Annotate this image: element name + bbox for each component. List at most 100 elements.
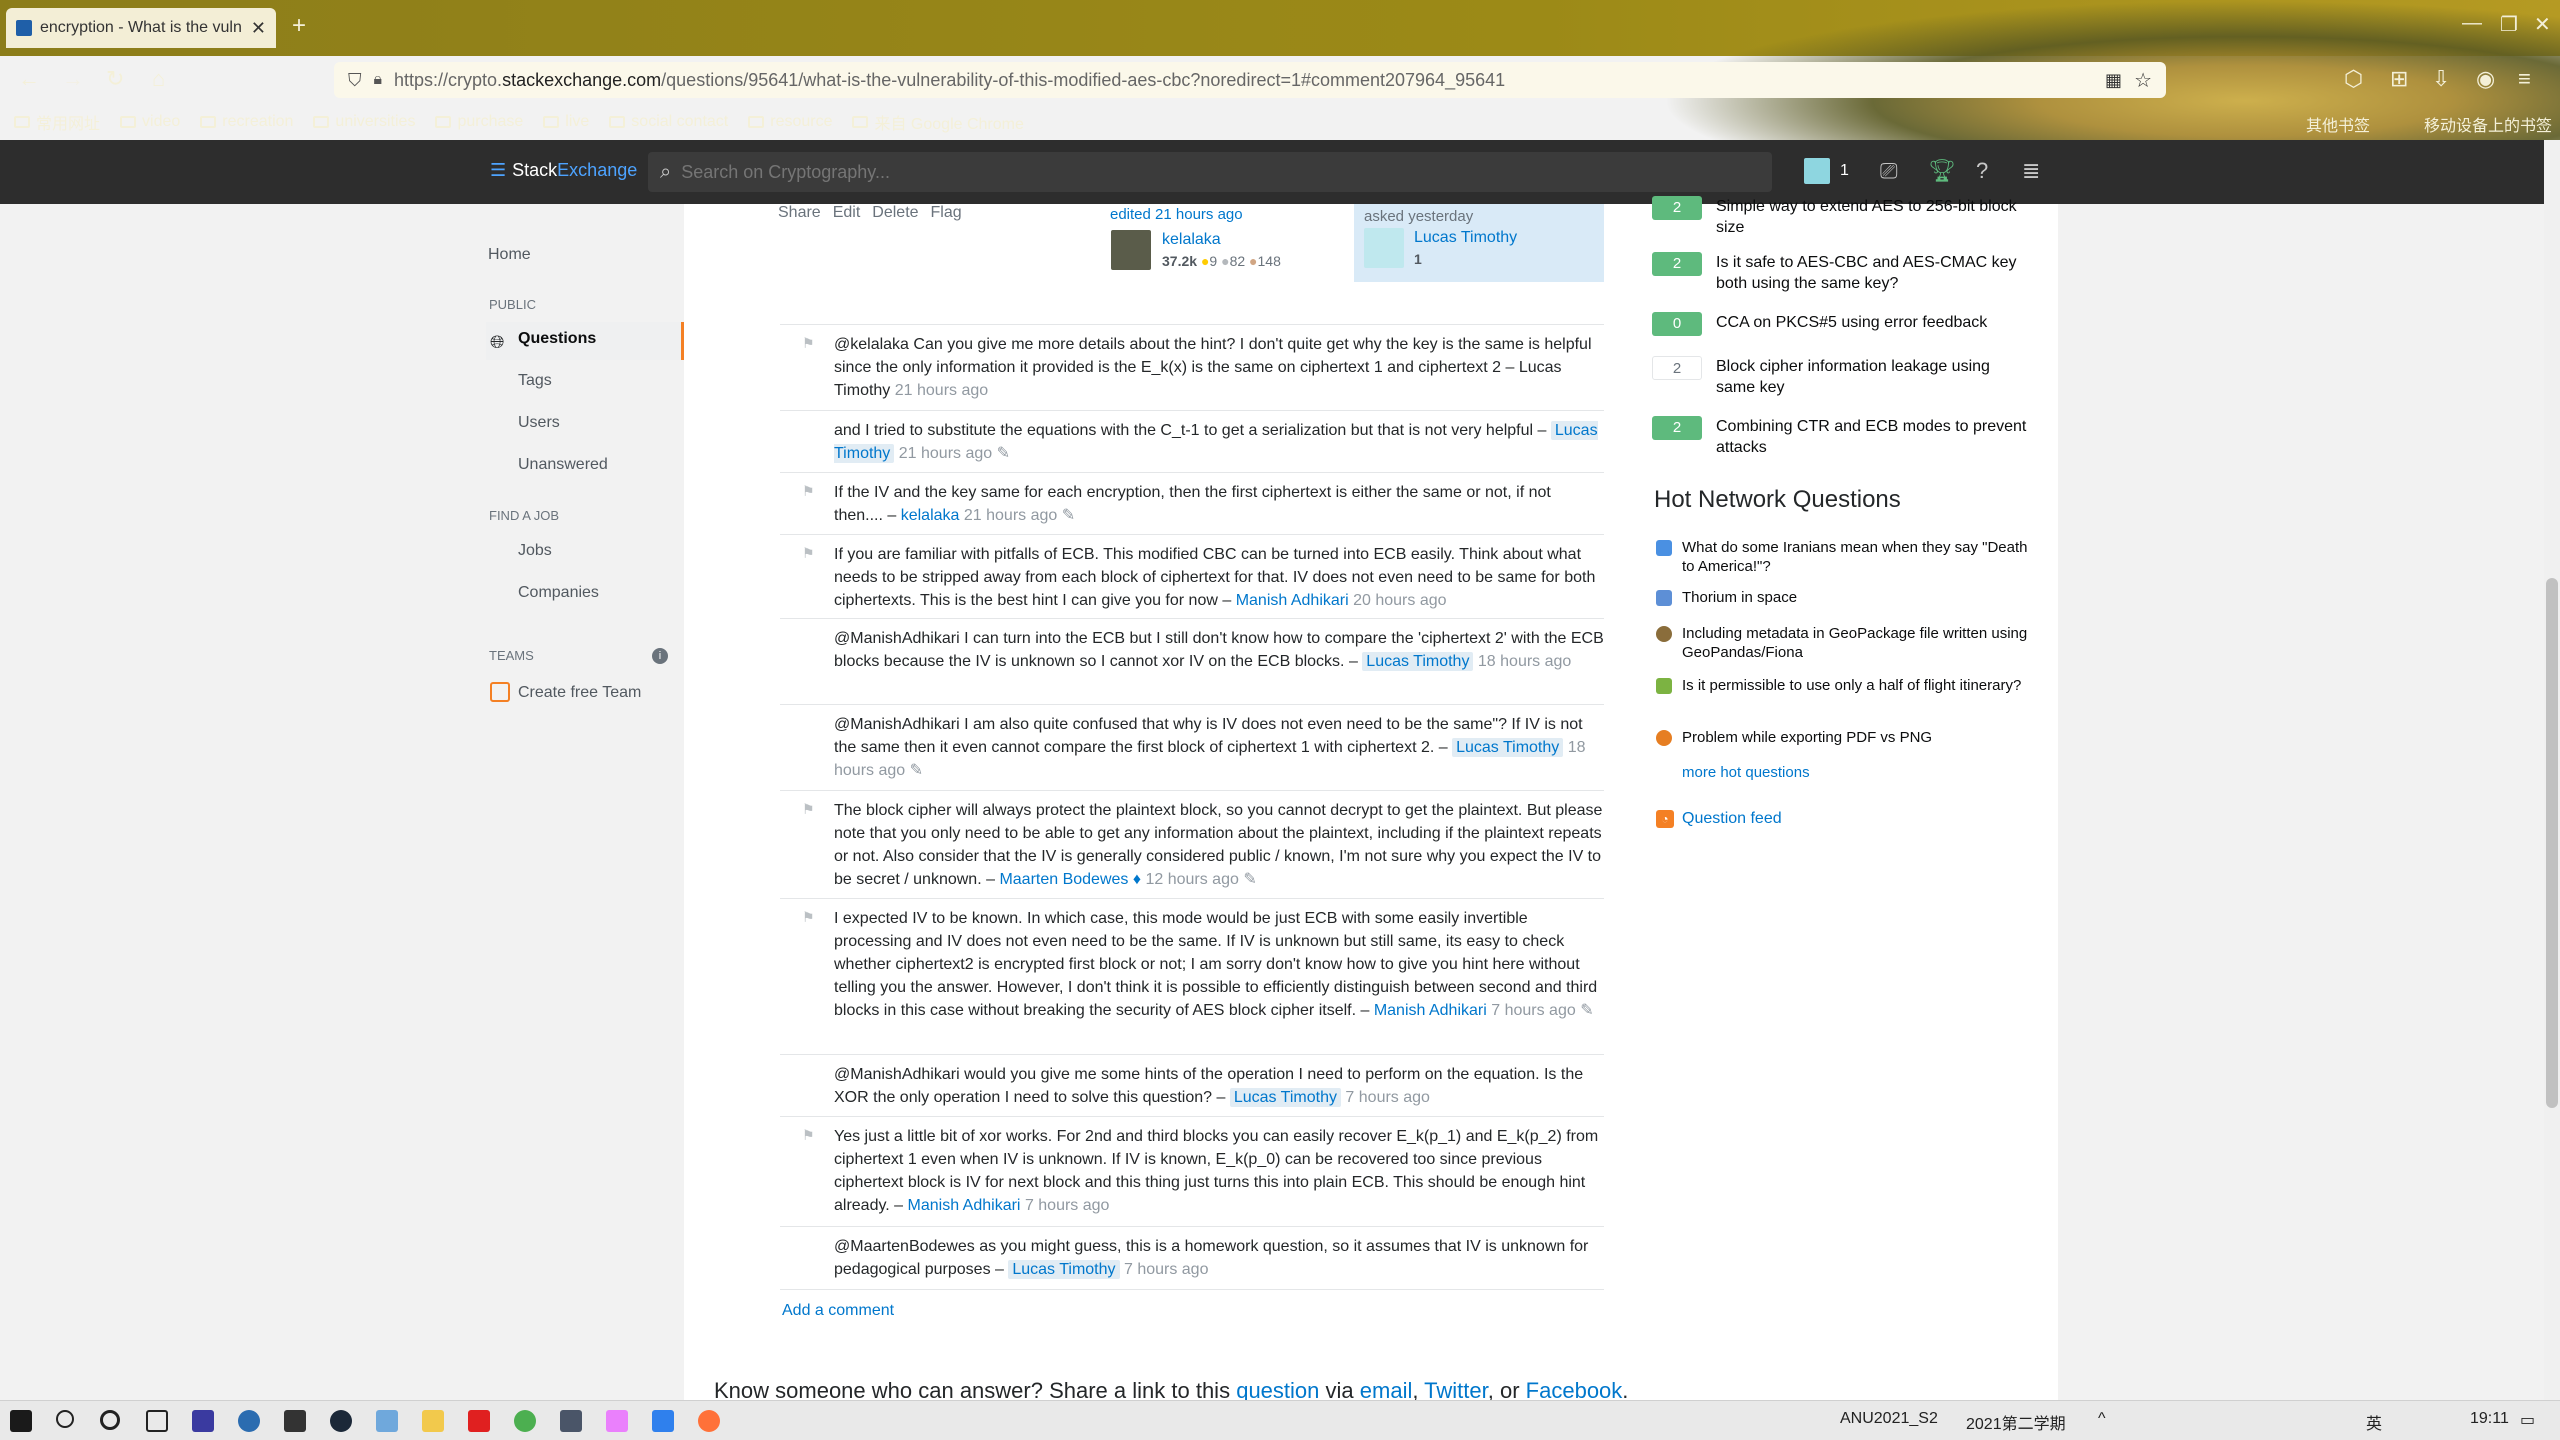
nav-jobs[interactable]: Jobs: [518, 542, 552, 560]
flag-icon[interactable]: ⚑: [802, 545, 815, 561]
restore-icon[interactable]: ❐: [2500, 12, 2518, 37]
qr-code-icon[interactable]: ▦: [2105, 70, 2122, 91]
site-switcher-icon[interactable]: ≣: [2022, 158, 2040, 184]
search-input[interactable]: [681, 161, 1682, 183]
bookmark-folder[interactable]: resource: [748, 113, 832, 131]
collections-icon[interactable]: ⊞: [2390, 66, 2408, 92]
comment-user[interactable]: Lucas Timothy: [1452, 738, 1564, 757]
ime-indicator[interactable]: 英: [2366, 1410, 2382, 1434]
comment-user[interactable]: Lucas Timothy: [1008, 1260, 1120, 1279]
stackexchange-logo[interactable]: ☰ Stack Exchange: [490, 160, 637, 181]
flag-link[interactable]: Flag: [931, 204, 962, 222]
hot-question-title[interactable]: Including metadata in GeoPackage file wr…: [1682, 624, 2036, 662]
nav-home[interactable]: Home: [488, 246, 531, 264]
hot-question-title[interactable]: Is it permissible to use only a half of …: [1682, 676, 2021, 695]
bookmark-folder[interactable]: 来自 Google Chrome: [852, 110, 1024, 134]
site-search[interactable]: ⌕: [648, 152, 1772, 192]
flag-icon[interactable]: ⚑: [802, 483, 815, 499]
steam-icon[interactable]: [330, 1410, 352, 1432]
nav-users[interactable]: Users: [518, 414, 560, 432]
terminal-icon[interactable]: [284, 1410, 306, 1432]
bookmark-folder[interactable]: 常用网址: [14, 110, 100, 134]
hot-question-title[interactable]: What do some Iranians mean when they say…: [1682, 538, 2036, 576]
comment-user[interactable]: Manish Adhikari: [908, 1197, 1021, 1214]
scrollbar-thumb[interactable]: [2546, 578, 2558, 1108]
nav-questions[interactable]: Questions: [518, 330, 596, 348]
chrome-icon[interactable]: [514, 1410, 536, 1432]
bookmark-folder[interactable]: recreation: [200, 113, 293, 131]
start-icon[interactable]: [10, 1410, 32, 1432]
more-hot-questions-link[interactable]: more hot questions: [1682, 764, 1810, 781]
photos-icon[interactable]: [376, 1410, 398, 1432]
help-icon[interactable]: ?: [1976, 158, 1988, 184]
home-icon[interactable]: ⌂: [152, 66, 165, 92]
flag-icon[interactable]: ⚑: [802, 909, 815, 925]
hot-question[interactable]: Is it permissible to use only a half of …: [1656, 676, 2036, 695]
hot-question-title[interactable]: Problem while exporting PDF vs PNG: [1682, 728, 1932, 747]
related-title[interactable]: Simple way to extend AES to 256-bit bloc…: [1716, 196, 2032, 238]
related-title[interactable]: Is it safe to AES-CBC and AES-CMAC key b…: [1716, 252, 2032, 294]
comment-user[interactable]: kelalaka: [901, 507, 960, 524]
related-question[interactable]: 2 Is it safe to AES-CBC and AES-CMAC key…: [1652, 252, 2032, 294]
firefox-icon[interactable]: [698, 1410, 720, 1432]
close-tab-icon[interactable]: ✕: [251, 18, 266, 39]
question-feed-link[interactable]: Question feed: [1682, 810, 1782, 828]
vscode-icon[interactable]: [652, 1410, 674, 1432]
related-question[interactable]: 2 Block cipher information leakage using…: [1652, 356, 2032, 398]
share-link[interactable]: Share: [778, 204, 821, 222]
edit-link[interactable]: Edit: [833, 204, 861, 222]
app-icon[interactable]: [192, 1410, 214, 1432]
browser-tab[interactable]: encryption - What is the vuln ✕: [6, 8, 276, 48]
camera-icon[interactable]: [560, 1410, 582, 1432]
hot-question[interactable]: Including metadata in GeoPackage file wr…: [1656, 624, 2036, 662]
comment-user[interactable]: Lucas Timothy: [1362, 652, 1474, 671]
asker-name[interactable]: Lucas Timothy: [1414, 229, 1517, 247]
delete-link[interactable]: Delete: [872, 204, 918, 222]
editor-name[interactable]: kelalaka: [1162, 231, 1221, 249]
extension-icon[interactable]: ⬡: [2344, 66, 2363, 92]
mobile-bookmarks[interactable]: 移动设备上的书签: [2424, 112, 2552, 136]
tray-chevron-icon[interactable]: ^: [2098, 1410, 2106, 1428]
achievements-icon[interactable]: 🏆︎: [1928, 158, 1956, 184]
bookmark-folder[interactable]: purchase: [435, 113, 523, 131]
back-icon[interactable]: ←: [18, 66, 40, 92]
info-icon[interactable]: i: [652, 648, 668, 664]
search-icon[interactable]: [56, 1410, 74, 1428]
nav-companies[interactable]: Companies: [518, 584, 599, 602]
flag-icon[interactable]: ⚑: [802, 335, 815, 351]
app-icon[interactable]: [606, 1410, 628, 1432]
add-comment-link[interactable]: Add a comment: [782, 1302, 894, 1320]
editor-avatar[interactable]: [1111, 230, 1151, 270]
nav-tags[interactable]: Tags: [518, 372, 552, 390]
inbox-icon[interactable]: ⎚: [1880, 158, 1898, 184]
notification-icon[interactable]: ▭: [2520, 1410, 2535, 1430]
file-explorer-icon[interactable]: [422, 1410, 444, 1432]
nav-create-team[interactable]: Create free Team: [518, 684, 641, 702]
edge-icon[interactable]: [238, 1410, 260, 1432]
bookmark-folder[interactable]: social contact: [609, 113, 728, 131]
hot-question[interactable]: Thorium in space: [1656, 588, 2036, 607]
asker-avatar[interactable]: [1364, 228, 1404, 268]
forward-icon[interactable]: →: [62, 66, 84, 92]
comment-user[interactable]: Maarten Bodewes ♦: [999, 871, 1141, 888]
hot-question-title[interactable]: Thorium in space: [1682, 588, 1797, 607]
profile-icon[interactable]: ◉: [2476, 66, 2495, 92]
netease-icon[interactable]: [468, 1410, 490, 1432]
related-title[interactable]: Combining CTR and ECB modes to prevent a…: [1716, 416, 2032, 458]
task-view-icon[interactable]: [146, 1410, 168, 1432]
related-question[interactable]: 2 Simple way to extend AES to 256-bit bl…: [1652, 196, 2032, 238]
bookmark-folder[interactable]: live: [543, 113, 589, 131]
related-question[interactable]: 2 Combining CTR and ECB modes to prevent…: [1652, 416, 2032, 458]
related-title[interactable]: CCA on PKCS#5 using error feedback: [1716, 312, 1987, 336]
nav-unanswered[interactable]: Unanswered: [518, 456, 608, 474]
close-window-icon[interactable]: ✕: [2534, 12, 2551, 37]
bookmark-folder[interactable]: universities: [313, 113, 415, 131]
hot-question[interactable]: Problem while exporting PDF vs PNG: [1656, 728, 2036, 747]
cortana-icon[interactable]: [100, 1410, 120, 1430]
related-title[interactable]: Block cipher information leakage using s…: [1716, 356, 2032, 398]
bookmark-star-icon[interactable]: ☆: [2134, 68, 2152, 93]
comment-user[interactable]: Manish Adhikari: [1236, 592, 1349, 609]
address-bar[interactable]: ⛉ 🔒︎ https://crypto.stackexchange.com/qu…: [334, 62, 2166, 98]
new-tab-icon[interactable]: +: [292, 12, 306, 40]
bookmark-folder[interactable]: video: [120, 113, 180, 131]
